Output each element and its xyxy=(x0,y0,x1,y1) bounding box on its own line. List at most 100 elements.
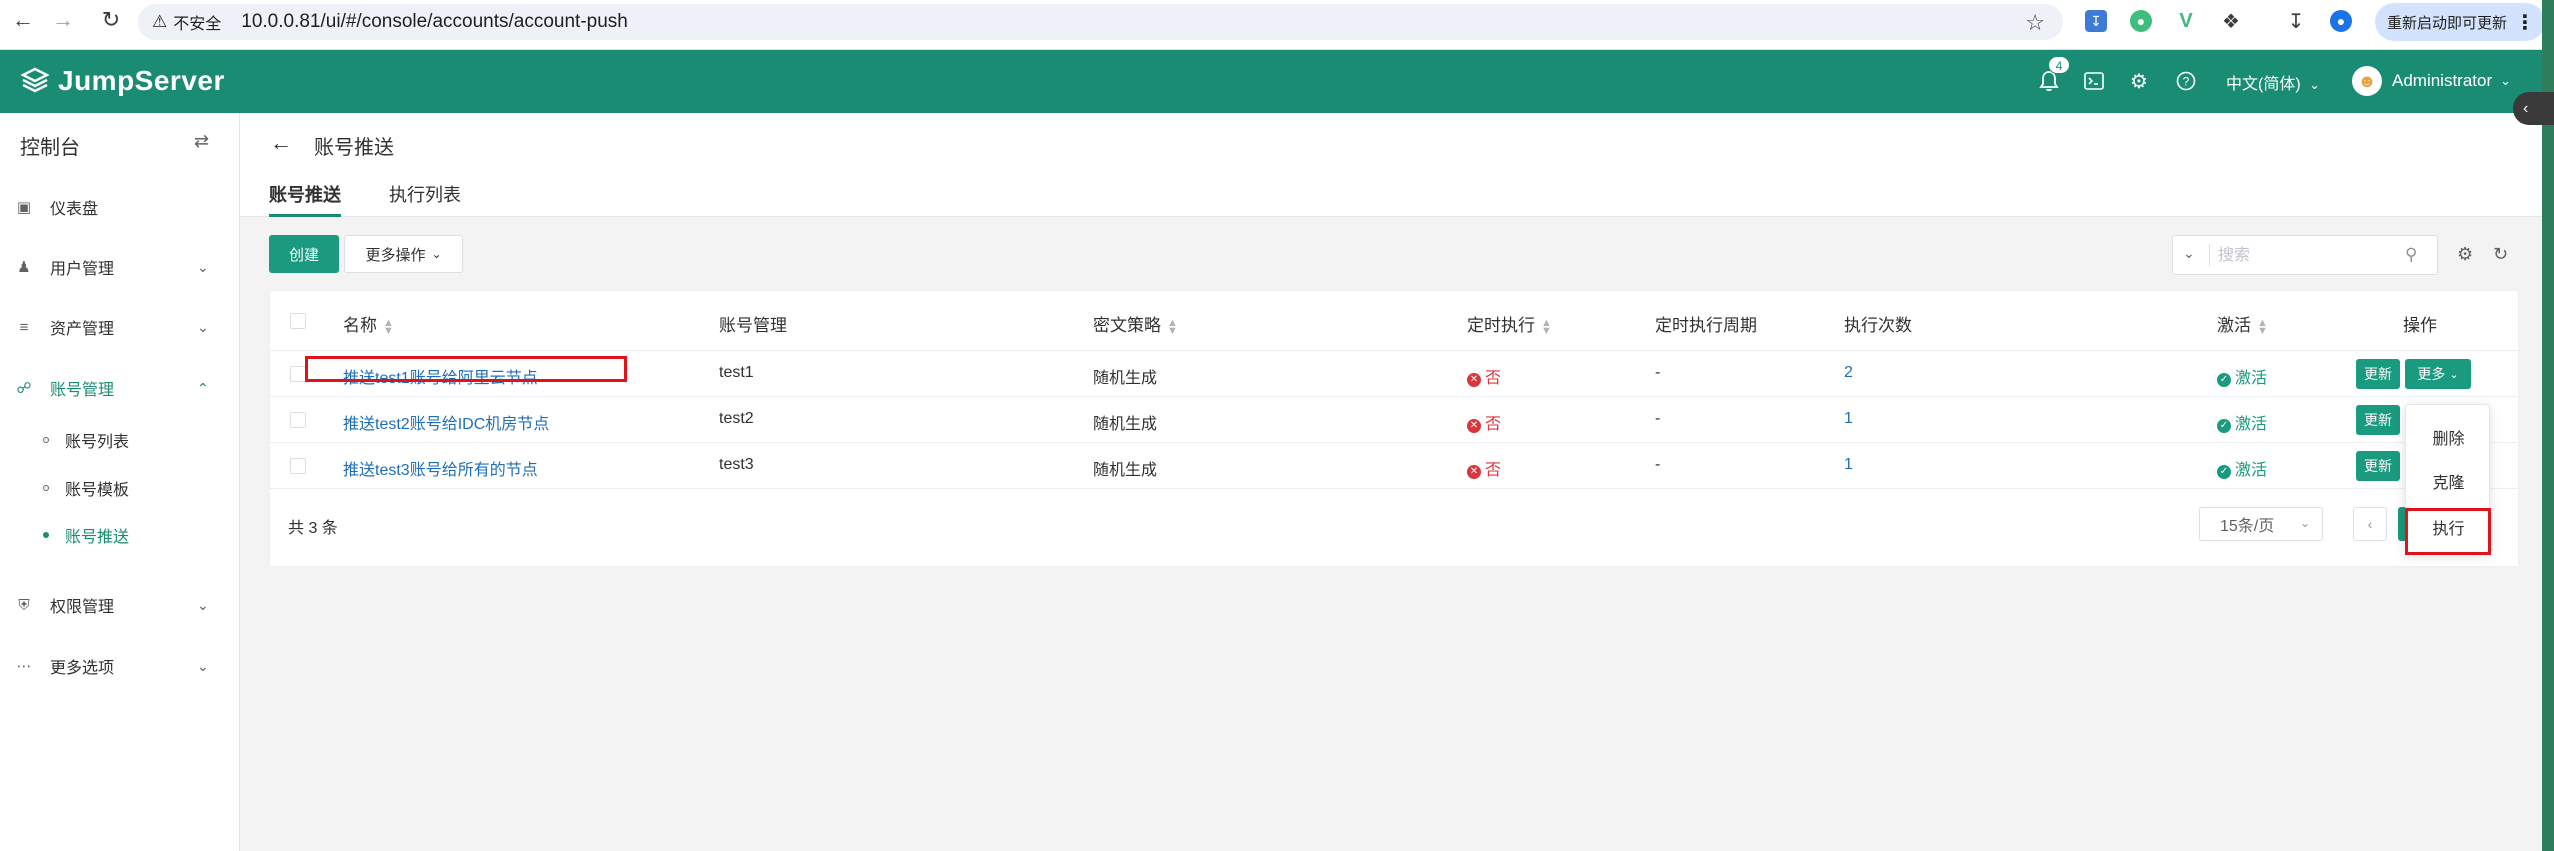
check-icon: ✓ xyxy=(2217,419,2231,433)
row-checkbox[interactable] xyxy=(290,412,306,428)
execution-count-link[interactable]: 1 xyxy=(1844,410,1853,428)
chevron-down-icon: ⌄ xyxy=(197,596,209,613)
highlight-box-row-name xyxy=(305,356,627,382)
prev-page-button[interactable]: ‹ xyxy=(2353,507,2387,541)
table-row: 推送test2账号给IDC机房节点 test2 随机生成 ✕ 否 - 1 ✓ 激活 … xyxy=(270,397,2518,443)
sidebar-item-assets[interactable]: ≡ 资产管理 ⌄ xyxy=(0,307,240,347)
collapse-panel-button[interactable]: ‹ xyxy=(2513,92,2554,125)
push-name-link[interactable]: 推送test2账号给IDC机房节点 xyxy=(343,410,549,434)
more-options-icon: ⋯ xyxy=(16,658,32,675)
sidebar-subitem-account-list[interactable]: 账号列表 xyxy=(0,422,240,458)
sidebar-item-accounts[interactable]: ☍ 账号管理 ⌃ xyxy=(0,368,240,408)
chevron-down-icon: ⌄ xyxy=(431,247,442,261)
sidebar-item-users[interactable]: ♟ 用户管理 ⌄ xyxy=(0,247,240,287)
column-header-period: 定时执行周期 xyxy=(1655,316,1757,335)
sort-icon[interactable]: ▲ ▼ xyxy=(1541,317,1552,336)
extensions-puzzle-icon[interactable]: ❖ xyxy=(2220,10,2242,33)
error-x-icon: ✕ xyxy=(1467,373,1481,387)
language-selector[interactable]: 中文(简体) ⌄ xyxy=(2226,70,2320,94)
tab-execution-list[interactable]: 执行列表 xyxy=(389,181,461,217)
address-bar[interactable]: ⚠ 不安全 10.0.0.81/ui/#/console/accounts/ac… xyxy=(138,4,2063,40)
account-cell: test1 xyxy=(719,364,754,381)
browser-toolbar: ← → ↻ ⚠ 不安全 10.0.0.81/ui/#/console/accou… xyxy=(0,0,2554,50)
url-text[interactable]: 10.0.0.81/ui/#/console/accounts/account-… xyxy=(241,11,628,33)
column-header-name[interactable]: 名称 ▲ ▼ xyxy=(343,311,394,336)
download-extension-icon[interactable]: ↧ xyxy=(2085,10,2107,32)
bullet-icon xyxy=(43,485,49,491)
app-header: JumpServer 4 ⚙ ? 中文(简体) ⌄ ☻ Administrato… xyxy=(0,50,2554,113)
data-table: 名称 ▲ ▼ 账号管理 密文策略 ▲ ▼ 定时执行 ▲ ▼ 定时执行周期 执行次数 激活 ▲ ▼… xyxy=(269,290,2519,567)
select-all-checkbox[interactable] xyxy=(290,313,306,329)
policy-cell: 随机生成 xyxy=(1093,462,1158,479)
security-indicator[interactable]: ⚠ 不安全 xyxy=(152,10,221,34)
sidebar-subitem-account-template[interactable]: 账号模板 xyxy=(0,470,240,506)
bookmark-star-icon[interactable]: ☆ xyxy=(2025,10,2045,36)
row-checkbox[interactable] xyxy=(290,458,306,474)
warning-icon: ⚠ xyxy=(152,12,168,31)
assets-icon: ≡ xyxy=(19,318,29,336)
sidebar-subitem-label: 账号列表 xyxy=(65,434,130,451)
terminal-icon[interactable] xyxy=(2081,68,2107,94)
chevron-down-icon: ⌄ xyxy=(197,657,209,674)
push-name-link[interactable]: 推送test3账号给所有的节点 xyxy=(343,456,538,480)
active-status: ✓ 激活 xyxy=(2217,410,2267,434)
sort-icon[interactable]: ▲ ▼ xyxy=(2257,317,2268,336)
page-size-select[interactable]: 15条/页 ⌄ xyxy=(2199,507,2323,541)
search-icon[interactable]: ⚲ xyxy=(2405,245,2417,265)
sidebar-subitem-label: 账号模板 xyxy=(65,482,130,499)
chevron-down-icon: ⌄ xyxy=(2309,77,2321,92)
sidebar: 控制台 ⇄ ▣ 仪表盘 ♟ 用户管理 ⌄ ≡ 资产管理 ⌄ ☍ 账号管理 ⌃ 账… xyxy=(0,113,240,851)
row-checkbox[interactable] xyxy=(290,366,306,382)
logo[interactable]: JumpServer xyxy=(20,65,225,97)
column-header-account: 账号管理 xyxy=(719,316,787,335)
more-actions-button[interactable]: 更多操作 ⌄ xyxy=(344,235,463,273)
back-icon[interactable]: ← xyxy=(6,3,40,37)
column-header-policy[interactable]: 密文策略 ▲ ▼ xyxy=(1093,311,1178,336)
column-header-active[interactable]: 激活 ▲ ▼ xyxy=(2217,311,2268,336)
reload-icon[interactable]: ↻ xyxy=(94,3,128,37)
sidebar-item-more-options[interactable]: ⋯ 更多选项 ⌄ xyxy=(0,646,240,686)
settings-gear-icon[interactable]: ⚙ xyxy=(2457,244,2473,265)
chevron-up-icon: ⌃ xyxy=(197,379,209,396)
more-button[interactable]: 更多 ⌄ xyxy=(2405,359,2471,389)
column-header-scheduled[interactable]: 定时执行 ▲ ▼ xyxy=(1467,311,1552,336)
create-button[interactable]: 创建 xyxy=(269,235,339,273)
back-arrow-icon[interactable]: ← xyxy=(270,130,292,156)
scheduled-status: ✕ 否 xyxy=(1467,410,1501,434)
policy-cell: 随机生成 xyxy=(1093,370,1158,387)
switch-view-icon[interactable]: ⇄ xyxy=(194,131,209,152)
logo-text: JumpServer xyxy=(58,65,225,96)
execution-count-link[interactable]: 2 xyxy=(1844,364,1853,382)
sidebar-item-dashboard[interactable]: ▣ 仪表盘 xyxy=(0,187,240,227)
clone-menu-item[interactable]: 克隆 xyxy=(2406,459,2491,503)
search-field[interactable]: ⌄ ⚲ xyxy=(2172,235,2438,275)
update-button[interactable]: 更新 xyxy=(2356,451,2400,481)
tab-account-push[interactable]: 账号推送 xyxy=(269,181,341,217)
help-icon[interactable]: ? xyxy=(2173,68,2199,94)
search-input[interactable] xyxy=(2218,244,2398,268)
chevron-down-icon: ⌄ xyxy=(2299,516,2310,530)
scheduled-status: ✕ 否 xyxy=(1467,364,1501,388)
extension-green-icon[interactable]: ● xyxy=(2130,10,2152,32)
chevron-down-icon: ⌄ xyxy=(2449,368,2459,381)
sidebar-subitem-account-push[interactable]: 账号推送 xyxy=(0,517,240,553)
refresh-icon[interactable]: ↻ xyxy=(2493,244,2508,265)
execution-count-link[interactable]: 1 xyxy=(1844,456,1853,474)
settings-gear-icon[interactable]: ⚙ xyxy=(2126,68,2152,94)
menu-dots-icon[interactable]: ⋮ xyxy=(2515,10,2535,35)
sidebar-item-permissions[interactable]: ⛨ 权限管理 ⌄ xyxy=(0,585,240,625)
restart-update-button[interactable]: 重新启动即可更新 ⋮ xyxy=(2375,3,2545,41)
vue-devtools-icon[interactable]: V xyxy=(2175,10,2197,32)
sort-icon[interactable]: ▲ ▼ xyxy=(383,317,394,336)
downloads-icon[interactable]: ↧ xyxy=(2285,10,2307,33)
update-button[interactable]: 更新 xyxy=(2356,359,2400,389)
period-cell: - xyxy=(1655,410,1661,427)
profile-icon[interactable]: ● xyxy=(2330,10,2352,32)
user-menu[interactable]: ☻ Administrator ⌄ xyxy=(2352,66,2511,96)
forward-icon[interactable]: → xyxy=(46,3,80,37)
update-button[interactable]: 更新 xyxy=(2356,405,2400,435)
account-cell: test2 xyxy=(719,410,754,427)
delete-menu-item[interactable]: 删除 xyxy=(2406,415,2491,459)
sort-icon[interactable]: ▲ ▼ xyxy=(1167,317,1178,336)
chevron-down-icon[interactable]: ⌄ xyxy=(2183,245,2195,262)
